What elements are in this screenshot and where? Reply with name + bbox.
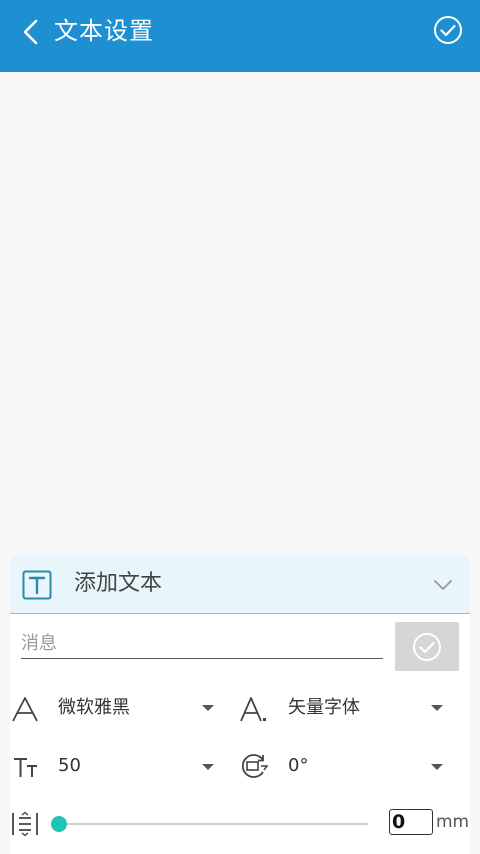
spacing-unit-label: mm [436, 812, 470, 832]
font-type-value[interactable]: 矢量字体 [288, 695, 360, 721]
spacing-slider-thumb[interactable] [51, 816, 67, 832]
confirm-button[interactable] [432, 14, 464, 46]
spacing-input[interactable] [389, 809, 433, 835]
panel-title: 添加文本 [74, 571, 163, 596]
font-family-dropdown-arrow[interactable] [202, 705, 214, 711]
text-box-icon [22, 570, 52, 600]
chevron-down-icon[interactable] [432, 574, 454, 596]
submit-text-button[interactable] [395, 622, 459, 671]
font-type-dropdown-arrow[interactable] [431, 705, 443, 711]
back-button[interactable] [16, 16, 48, 48]
text-settings-panel: 添加文本 微软雅黑 矢量字体 50 0° [10, 555, 470, 854]
font-letter-a-icon [12, 697, 38, 722]
font-size-value[interactable]: 50 [58, 753, 81, 779]
vector-font-icon [240, 697, 266, 722]
message-input[interactable] [21, 628, 383, 659]
check-circle-icon [413, 633, 441, 661]
page-title: 文本设置 [54, 17, 154, 45]
rotation-dropdown-arrow[interactable] [431, 764, 443, 770]
panel-header[interactable]: 添加文本 [10, 555, 470, 614]
line-spacing-icon [12, 811, 38, 837]
rotate-icon [241, 754, 269, 778]
check-circle-icon [434, 16, 462, 44]
spacing-slider-track[interactable] [58, 823, 368, 825]
top-app-bar: 文本设置 [0, 0, 480, 72]
font-family-value[interactable]: 微软雅黑 [58, 695, 130, 721]
chevron-left-icon [23, 19, 38, 45]
text-size-icon [14, 758, 37, 777]
rotation-value[interactable]: 0° [288, 753, 308, 779]
font-size-dropdown-arrow[interactable] [202, 764, 214, 770]
